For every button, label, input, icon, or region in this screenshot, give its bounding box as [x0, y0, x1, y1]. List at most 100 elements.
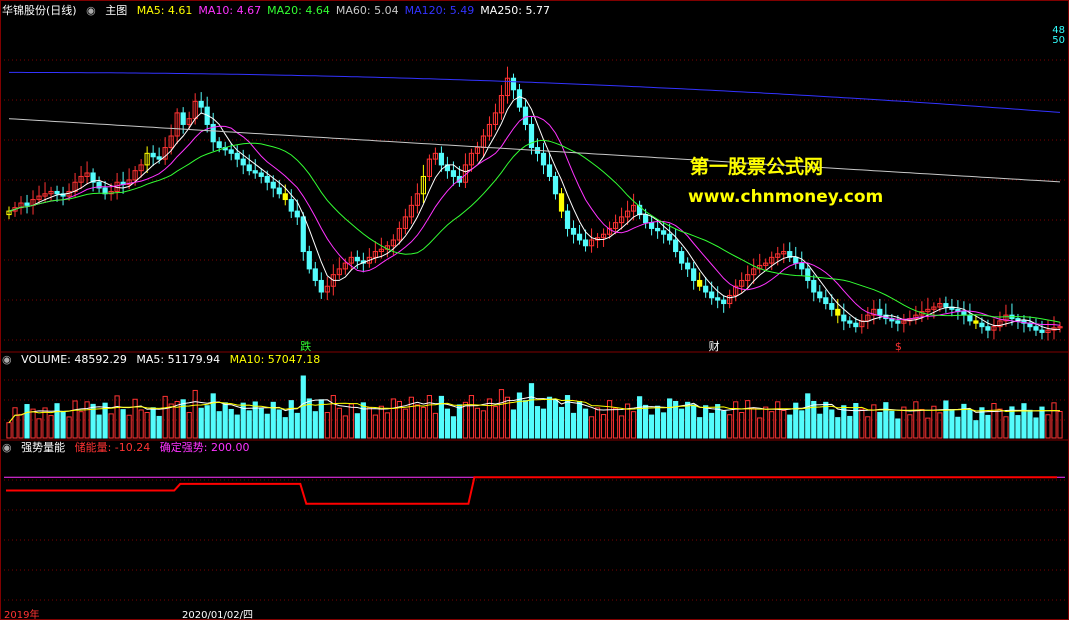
- volume-bar: [522, 400, 529, 439]
- volume-bar: [486, 398, 493, 439]
- volume-bar: [997, 408, 1003, 439]
- right-scale-bottom: 50: [1052, 35, 1065, 46]
- volume-bar: [655, 405, 661, 439]
- volume-bar: [949, 409, 955, 439]
- volume-bar: [763, 406, 769, 439]
- candle-body: [811, 279, 817, 293]
- volume-panel-header: ◉ VOLUME: 48592.29 MA5: 51179.94 MA10: 5…: [2, 352, 326, 368]
- candle-body: [985, 326, 991, 331]
- volume-bar: [901, 406, 907, 439]
- candle-body: [643, 214, 649, 224]
- candle-body: [450, 170, 457, 177]
- volume-bar: [30, 408, 36, 439]
- candle-body: [655, 227, 661, 232]
- volume-bar: [24, 404, 30, 439]
- volume-bar: [558, 406, 565, 439]
- volume-bar: [186, 412, 192, 439]
- volume-bar: [126, 414, 132, 439]
- volume-bar: [907, 414, 913, 439]
- volume-bar: [594, 407, 601, 439]
- volume-bar: [318, 399, 324, 439]
- volume-bar: [300, 375, 306, 439]
- volume-bar: [60, 410, 66, 439]
- volume-bar: [847, 415, 853, 439]
- candle-body: [721, 299, 727, 305]
- candle-body: [516, 89, 523, 108]
- volume-label: VOLUME: 48592.29: [21, 353, 127, 366]
- volume-bar: [246, 410, 252, 439]
- volume-bar: [120, 409, 126, 439]
- volume-bar: [228, 408, 234, 439]
- stock-title[interactable]: 华锦股份(日线): [2, 4, 77, 17]
- volume-bar: [781, 409, 787, 439]
- volume-bar: [162, 395, 168, 439]
- volume-bar: [348, 403, 354, 439]
- ma-label-5: MA250: 5.77: [480, 4, 551, 17]
- volume-bar: [540, 408, 547, 439]
- volume-bar: [751, 407, 757, 439]
- volume-bar: [444, 408, 451, 439]
- volume-bar: [12, 407, 18, 439]
- volume-toggle-icon[interactable]: ◉: [2, 353, 12, 366]
- volume-bar: [324, 412, 330, 439]
- volume-bar: [697, 417, 703, 439]
- volume-bar: [534, 406, 541, 439]
- volume-bar: [769, 411, 775, 439]
- volume-bar: [234, 414, 240, 439]
- volume-bar: [630, 411, 637, 439]
- candle-body: [282, 193, 288, 201]
- volume-bar: [805, 393, 811, 439]
- volume-bar: [1039, 406, 1045, 439]
- candle-body: [300, 216, 306, 253]
- volume-bar: [679, 408, 685, 439]
- candle-body: [841, 314, 847, 322]
- candle-body: [150, 152, 156, 158]
- volume-bar: [1027, 409, 1033, 439]
- volume-bar: [498, 389, 505, 439]
- panel-toggle-icon[interactable]: ◉: [86, 4, 96, 17]
- candle-body: [558, 193, 565, 212]
- volume-bar: [222, 402, 228, 439]
- candle-body: [156, 156, 162, 160]
- volume-bar: [6, 422, 12, 439]
- candle-body: [973, 320, 979, 324]
- candle-body: [240, 158, 246, 166]
- candle-body: [649, 222, 655, 229]
- volume-bar: [438, 395, 445, 439]
- volume-bar: [1057, 411, 1063, 439]
- volume-bar: [450, 416, 457, 439]
- volume-bar: [636, 396, 643, 439]
- candle-body: [540, 152, 547, 166]
- volume-bar: [294, 412, 300, 439]
- ma-label-0: MA5: 4.61: [136, 4, 193, 17]
- panel-label[interactable]: 主图: [105, 4, 127, 17]
- indicator-toggle-icon[interactable]: ◉: [2, 441, 12, 454]
- volume-bar: [919, 408, 925, 439]
- volume-bar: [546, 396, 553, 439]
- candle-body: [180, 112, 186, 125]
- candle-body: [1033, 326, 1039, 331]
- candle-body: [895, 320, 901, 324]
- volume-bar: [462, 401, 469, 439]
- volume-bar: [859, 408, 865, 439]
- candle-body: [799, 262, 805, 270]
- volume-bar: [955, 416, 961, 439]
- volume-bar: [210, 393, 216, 439]
- ma-label-1: MA10: 4.67: [198, 4, 262, 17]
- indicator-panel-header: ◉ 强势量能 储能量: -10.24 确定强势: 200.00: [2, 440, 255, 456]
- volume-bar: [468, 395, 475, 439]
- volume-bar: [72, 400, 78, 439]
- volume-bar: [192, 389, 198, 439]
- volume-bar: [721, 410, 727, 439]
- candle-body: [258, 172, 264, 177]
- volume-bar: [643, 404, 649, 439]
- candle-body: [564, 210, 571, 229]
- candle-body: [546, 164, 553, 177]
- candle-body: [198, 100, 204, 108]
- indicator-name[interactable]: 强势量能: [21, 441, 65, 454]
- ma-labels: MA5: 4.61 MA10: 4.67 MA20: 4.64 MA60: 5.04 M…: [137, 4, 556, 17]
- volume-bar: [853, 403, 859, 439]
- volume-bar: [426, 395, 433, 439]
- volume-bar: [168, 403, 174, 439]
- volume-bar: [432, 412, 439, 439]
